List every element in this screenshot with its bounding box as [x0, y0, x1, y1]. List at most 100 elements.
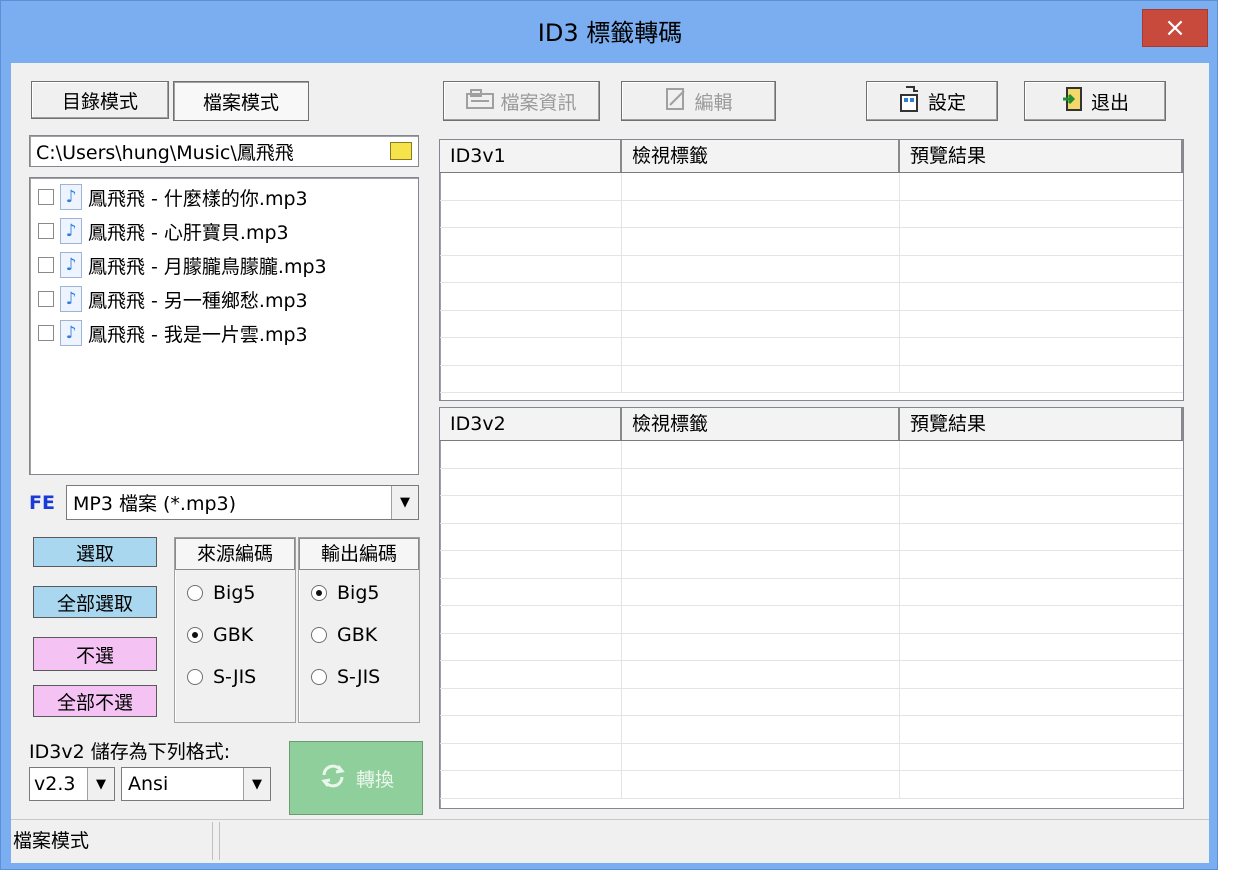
- refresh-icon: [318, 761, 348, 796]
- output-radio-gbk[interactable]: GBK: [311, 624, 377, 646]
- radio-button[interactable]: [187, 585, 203, 601]
- table-row[interactable]: [440, 551, 1183, 579]
- folder-icon[interactable]: [390, 142, 412, 160]
- file-list-item[interactable]: ♪ 鳳飛飛 - 月朦朧鳥朦朧.mp3: [38, 248, 327, 282]
- radio-label: S-JIS: [337, 666, 381, 688]
- table-row[interactable]: [440, 661, 1183, 689]
- edit-button[interactable]: 編輯: [621, 81, 776, 121]
- id3v2-encoding-dropdown[interactable]: Ansi ▼: [121, 767, 271, 801]
- chevron-down-icon[interactable]: ▼: [87, 768, 114, 800]
- radio-label: Big5: [213, 582, 256, 604]
- table-row[interactable]: [440, 688, 1183, 716]
- source-encoding-header: 來源編碼: [175, 538, 295, 570]
- id3v2-encoding-value: Ansi: [128, 773, 169, 795]
- id3v1-col-header[interactable]: ID3v1: [440, 140, 622, 172]
- table-row[interactable]: [440, 468, 1183, 496]
- output-radio-big5[interactable]: Big5: [311, 582, 379, 604]
- table-row[interactable]: [440, 173, 1183, 201]
- table-row[interactable]: [440, 228, 1183, 256]
- select-all-button[interactable]: 全部選取: [33, 586, 157, 618]
- table-row[interactable]: [440, 743, 1183, 771]
- file-list-item[interactable]: ♪ 鳳飛飛 - 什麼樣的你.mp3: [38, 180, 308, 214]
- view-tag-col-header[interactable]: 檢視標籤: [622, 408, 900, 440]
- exit-button[interactable]: 退出: [1024, 81, 1166, 121]
- filter-dropdown[interactable]: MP3 檔案 (*.mp3) ▼: [66, 485, 419, 520]
- table-row[interactable]: [440, 441, 1183, 469]
- exit-icon: [1061, 86, 1085, 117]
- id3v2-grid-body: [440, 441, 1183, 799]
- file-checkbox[interactable]: [38, 189, 54, 205]
- file-checkbox[interactable]: [38, 223, 54, 239]
- select-label: 選取: [75, 542, 114, 565]
- id3v1-grid[interactable]: ID3v1 檢視標籤 預覽結果: [439, 139, 1184, 401]
- settings-label: 設定: [927, 91, 966, 114]
- file-checkbox[interactable]: [38, 325, 54, 341]
- table-row[interactable]: [440, 365, 1183, 393]
- view-tag-col-header[interactable]: 檢視標籤: [622, 140, 900, 172]
- dir-mode-button[interactable]: 目錄模式: [31, 81, 169, 119]
- edit-label: 編輯: [694, 91, 733, 114]
- table-row[interactable]: [440, 523, 1183, 551]
- file-checkbox[interactable]: [38, 291, 54, 307]
- deselect-all-button[interactable]: 全部不選: [33, 685, 157, 717]
- source-radio-big5[interactable]: Big5: [187, 582, 255, 604]
- chevron-down-icon[interactable]: ▼: [243, 768, 270, 800]
- music-file-icon: ♪: [60, 218, 82, 244]
- radio-button[interactable]: [187, 627, 203, 643]
- radio-label: GBK: [337, 624, 378, 646]
- path-field[interactable]: C:\Users\hung\Music\鳳飛飛: [29, 135, 419, 167]
- edit-icon: [664, 87, 688, 116]
- radio-label: Big5: [337, 582, 380, 604]
- status-bar: 檔案模式: [11, 819, 1209, 863]
- status-mode: 檔案模式: [11, 822, 213, 860]
- id3v2-grid-header: ID3v2 檢視標籤 預覽結果: [440, 408, 1183, 441]
- file-name: 鳳飛飛 - 月朦朧鳥朦朧.mp3: [88, 255, 327, 278]
- music-file-icon: ♪: [60, 252, 82, 278]
- client-area: 目錄模式 檔案模式 檔案資訊 編輯 設定 退出 C:\Users\hung\Mu…: [11, 63, 1209, 863]
- main-window: ID3 標籤轉碼 × 目錄模式 檔案模式 檔案資訊 編輯 設定 退出 C:\Us…: [0, 0, 1218, 870]
- radio-button[interactable]: [311, 627, 327, 643]
- file-name: 鳳飛飛 - 我是一片雲.mp3: [88, 323, 308, 346]
- table-row[interactable]: [440, 283, 1183, 311]
- convert-button[interactable]: 轉換: [289, 741, 423, 815]
- table-row[interactable]: [440, 606, 1183, 634]
- id3v2-version-dropdown[interactable]: v2.3 ▼: [29, 767, 115, 801]
- id3v2-col-header[interactable]: ID3v2: [440, 408, 622, 440]
- source-radio-gbk[interactable]: GBK: [187, 624, 253, 646]
- id3v1-grid-body: [440, 173, 1183, 393]
- title-bar[interactable]: ID3 標籤轉碼 ×: [1, 1, 1219, 63]
- file-info-button[interactable]: 檔案資訊: [443, 81, 600, 121]
- table-row[interactable]: [440, 578, 1183, 606]
- exit-label: 退出: [1090, 91, 1129, 114]
- chevron-down-icon[interactable]: ▼: [391, 486, 418, 519]
- table-row[interactable]: [440, 200, 1183, 228]
- preview-col-header[interactable]: 預覽結果: [900, 140, 1183, 172]
- radio-button[interactable]: [187, 669, 203, 685]
- output-radio-s-jis[interactable]: S-JIS: [311, 666, 380, 688]
- dir-mode-label: 目錄模式: [61, 90, 138, 113]
- source-radio-s-jis[interactable]: S-JIS: [187, 666, 256, 688]
- file-list-item[interactable]: ♪ 鳳飛飛 - 另一種鄉愁.mp3: [38, 282, 308, 316]
- table-row[interactable]: [440, 310, 1183, 338]
- deselect-button[interactable]: 不選: [33, 637, 157, 671]
- file-list[interactable]: ♪ 鳳飛飛 - 什麼樣的你.mp3 ♪ 鳳飛飛 - 心肝寶貝.mp3 ♪ 鳳飛飛 - 月朦…: [29, 177, 419, 475]
- settings-button[interactable]: 設定: [866, 81, 998, 121]
- table-row[interactable]: [440, 255, 1183, 283]
- file-list-item[interactable]: ♪ 鳳飛飛 - 心肝寶貝.mp3: [38, 214, 289, 248]
- preview-col-header[interactable]: 預覽結果: [900, 408, 1183, 440]
- table-row[interactable]: [440, 771, 1183, 799]
- radio-button[interactable]: [311, 585, 327, 601]
- close-button[interactable]: ×: [1142, 9, 1208, 47]
- file-info-label: 檔案資訊: [500, 91, 577, 114]
- table-row[interactable]: [440, 338, 1183, 366]
- radio-button[interactable]: [311, 669, 327, 685]
- file-mode-button[interactable]: 檔案模式: [173, 81, 309, 121]
- table-row[interactable]: [440, 633, 1183, 661]
- select-button[interactable]: 選取: [33, 537, 157, 567]
- file-checkbox[interactable]: [38, 257, 54, 273]
- table-row[interactable]: [440, 496, 1183, 524]
- window-title: ID3 標籤轉碼: [537, 19, 683, 47]
- file-list-item[interactable]: ♪ 鳳飛飛 - 我是一片雲.mp3: [38, 316, 308, 350]
- id3v2-grid[interactable]: ID3v2 檢視標籤 預覽結果: [439, 407, 1184, 809]
- table-row[interactable]: [440, 716, 1183, 744]
